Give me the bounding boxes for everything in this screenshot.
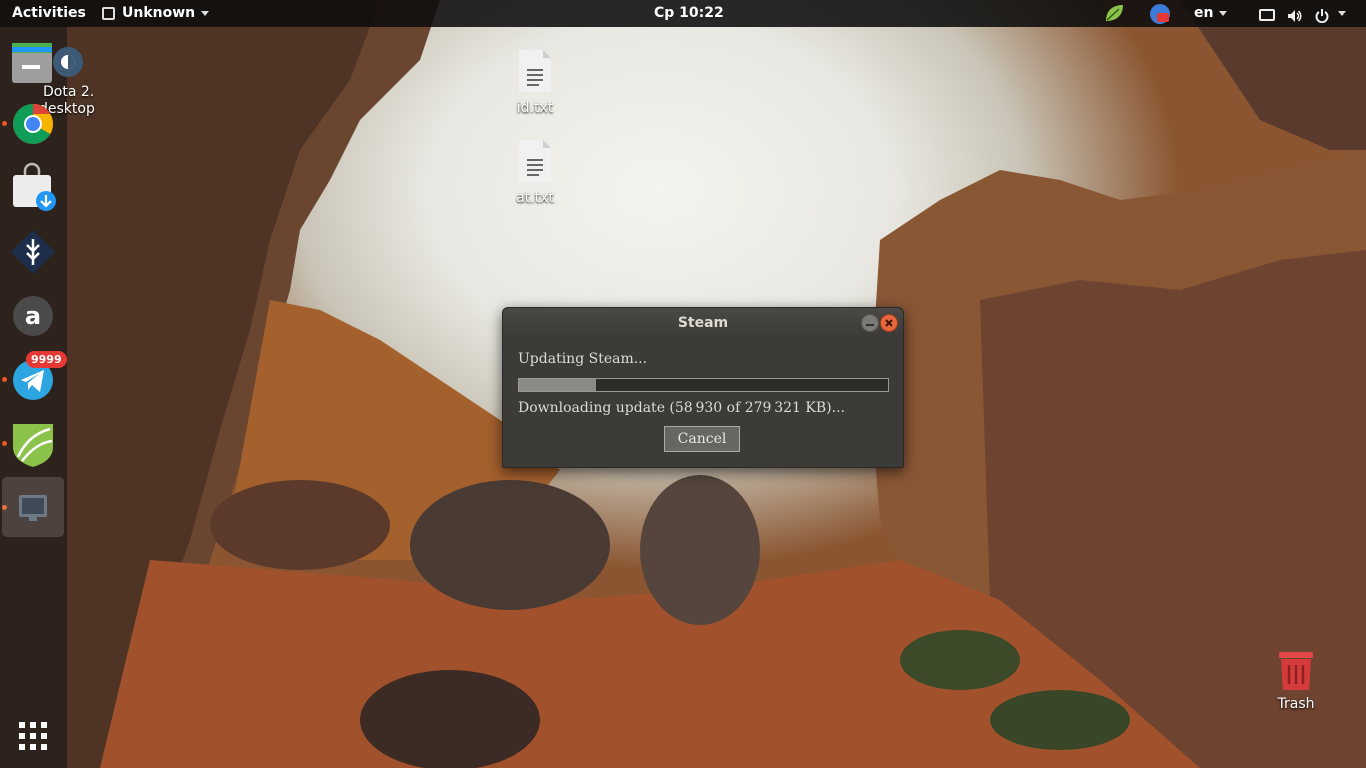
minimize-button[interactable]: [861, 314, 879, 332]
shopping-bag-download-icon: [13, 162, 56, 211]
trash-label: Trash: [1277, 696, 1315, 712]
text-file-icon: [519, 50, 551, 92]
update-status-text: Updating Steam...: [518, 351, 648, 367]
svg-text:a: a: [25, 302, 41, 330]
dock-item-shield-app[interactable]: [6, 225, 60, 279]
monitor-icon: [19, 495, 47, 521]
dialog-title[interactable]: Steam: [503, 308, 903, 338]
steam-update-dialog: Steam Updating Steam... Downloading upda…: [502, 307, 904, 468]
file-label: at.txt: [516, 190, 554, 206]
grid-icon: [19, 722, 47, 750]
chrome-icon: [13, 104, 53, 144]
language-label: en: [1194, 5, 1214, 21]
minimize-icon: [866, 324, 874, 326]
chevron-down-icon: [201, 10, 210, 16]
app-menu[interactable]: Unknown: [102, 0, 210, 27]
system-menu-chevron[interactable]: [1332, 0, 1346, 27]
calendar-tray-icon[interactable]: [1149, 3, 1171, 25]
chevron-down-icon: [1338, 10, 1346, 16]
app-menu-icon: [102, 6, 115, 20]
screen-icon[interactable]: [1259, 6, 1275, 21]
progress-fill: [519, 379, 597, 391]
cancel-button[interactable]: Cancel: [664, 426, 740, 452]
update-progress-bar: [518, 378, 889, 392]
chevron-down-icon: [1219, 10, 1228, 16]
dock-item-amazon[interactable]: a: [6, 289, 60, 343]
close-icon: [885, 319, 893, 327]
close-button[interactable]: [880, 314, 898, 332]
desktop-file-id-txt[interactable]: id.txt: [506, 50, 564, 116]
show-applications-button[interactable]: [6, 709, 60, 763]
clock[interactable]: Ср 10:22: [654, 0, 724, 27]
dock-item-chrome[interactable]: [6, 97, 60, 151]
app-menu-label: Unknown: [122, 5, 196, 21]
dock: Dota 2. desktop a 9999: [0, 27, 95, 768]
leaf-tray-icon[interactable]: [1103, 2, 1125, 24]
desktop-file-at-txt[interactable]: at.txt: [506, 140, 564, 206]
folder-settings-icon: [12, 43, 83, 83]
dock-item-screen-app[interactable]: [2, 477, 64, 537]
notification-badge: 9999: [26, 351, 67, 368]
wheat-shield-icon: [11, 230, 55, 274]
amazon-icon: a: [13, 296, 53, 336]
desktop-trash[interactable]: Trash: [1268, 650, 1324, 712]
trash-icon: [1279, 652, 1313, 690]
top-bar: Activities Unknown Ср 10:22 en: [0, 0, 1366, 27]
dock-item-dota2[interactable]: [6, 33, 83, 87]
download-detail-text: Downloading update (58 930 of 279 321 KB…: [518, 400, 845, 416]
volume-icon[interactable]: [1287, 6, 1303, 22]
file-label: id.txt: [516, 100, 554, 116]
dock-item-software-updater[interactable]: [6, 161, 60, 215]
language-indicator[interactable]: en: [1194, 0, 1228, 27]
dock-item-leaf-app[interactable]: [6, 417, 60, 471]
activities-button[interactable]: Activities: [12, 0, 86, 27]
leaf-shield-icon: [13, 424, 53, 467]
text-file-icon: [519, 140, 551, 182]
power-icon[interactable]: [1315, 6, 1329, 24]
dock-item-telegram[interactable]: 9999: [6, 351, 67, 407]
